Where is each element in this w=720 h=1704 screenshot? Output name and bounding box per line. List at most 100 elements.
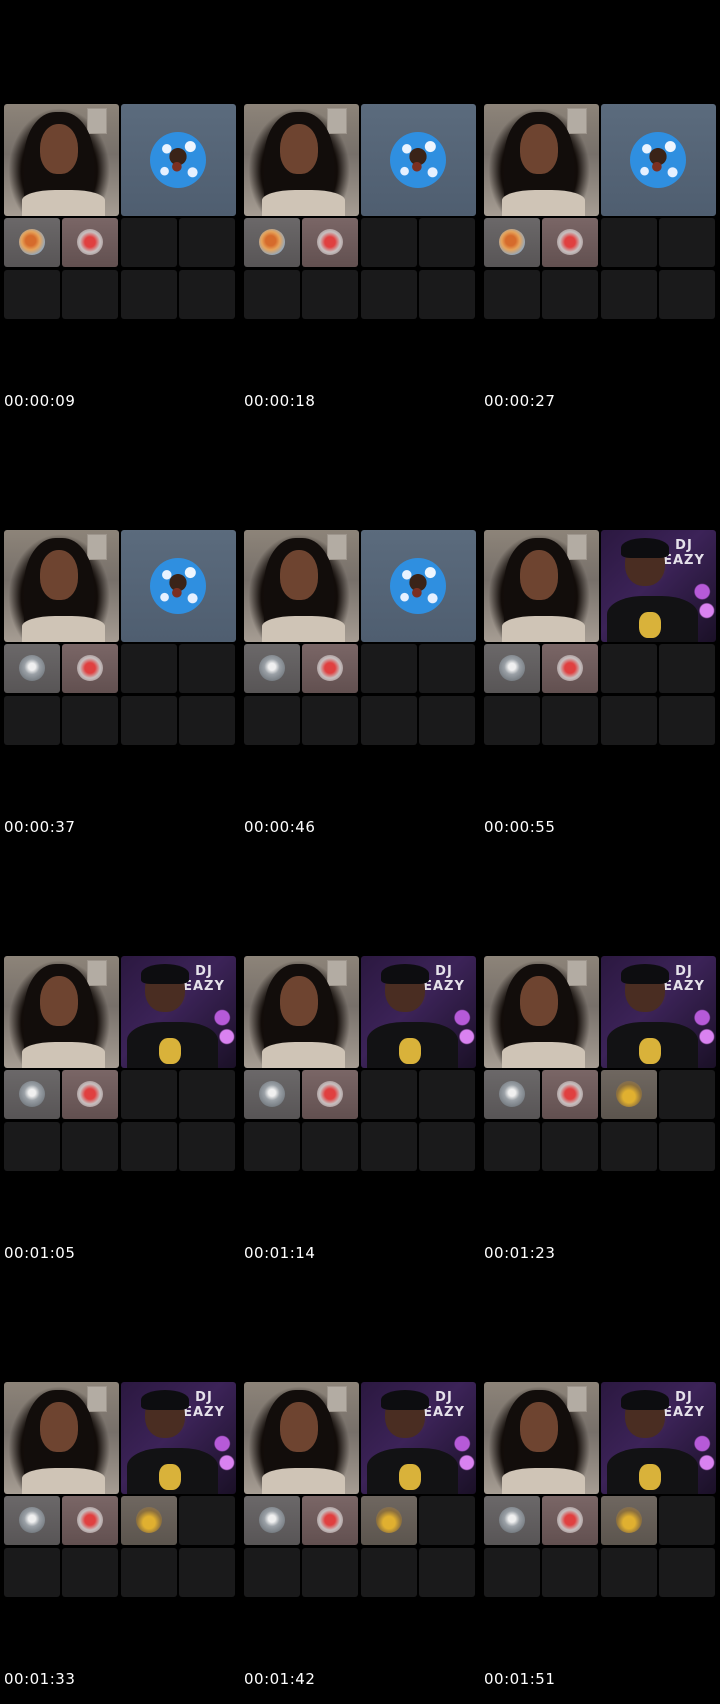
participant-small-tile[interactable] xyxy=(4,1496,60,1545)
empty-tile xyxy=(659,1548,715,1597)
dj-video-tile[interactable]: DJ EAZY xyxy=(601,530,716,642)
participant-video-tile[interactable] xyxy=(484,1382,599,1494)
avatar-icon xyxy=(19,1081,45,1107)
dj-video-tile[interactable]: DJ EAZY xyxy=(121,956,236,1068)
participant-small-tile[interactable] xyxy=(62,1070,118,1119)
shirt-print xyxy=(399,1038,421,1064)
participant-small-tile[interactable] xyxy=(62,1496,118,1545)
participant-small-tile[interactable] xyxy=(302,1070,358,1119)
frame-timestamp: 00:01:51 xyxy=(484,1670,556,1688)
participant-small-tile[interactable] xyxy=(484,644,540,693)
empty-tile xyxy=(542,270,598,319)
empty-tile xyxy=(4,1122,60,1171)
frame-11: DJ EAZY 00:01:42 xyxy=(240,1278,476,1704)
participant-face xyxy=(280,550,318,600)
avatar-icon xyxy=(616,1081,642,1107)
participant-small-tile[interactable] xyxy=(4,1070,60,1119)
participant-video-tile[interactable] xyxy=(244,530,359,642)
frame-10: DJ EAZY 00:01:33 xyxy=(0,1278,236,1704)
dj-cap xyxy=(621,1390,669,1410)
participant-video-tile[interactable] xyxy=(4,1382,119,1494)
participant-avatar-tile[interactable] xyxy=(361,104,476,216)
avatar-icon xyxy=(317,655,343,681)
participant-video-tile[interactable] xyxy=(244,1382,359,1494)
avatar-icon xyxy=(317,229,343,255)
participant-small-tile[interactable] xyxy=(121,1496,177,1545)
dj-video-tile[interactable]: DJ EAZY xyxy=(601,1382,716,1494)
video-call-grid: DJ EAZY xyxy=(484,530,716,748)
baby-avatar-icon xyxy=(630,132,686,188)
empty-tile xyxy=(659,270,715,319)
shirt-print xyxy=(639,1464,661,1490)
video-call-grid: DJ EAZY xyxy=(484,1382,716,1600)
participant-small-tile[interactable] xyxy=(601,1070,657,1119)
participant-video-tile[interactable] xyxy=(484,104,599,216)
participant-small-tile[interactable] xyxy=(302,1496,358,1545)
empty-tile xyxy=(542,1548,598,1597)
participant-small-tile[interactable] xyxy=(244,218,300,267)
dj-video-tile[interactable]: DJ EAZY xyxy=(121,1382,236,1494)
wall-frame xyxy=(327,108,347,134)
video-call-grid: DJ EAZY xyxy=(244,956,476,1174)
participant-shirt xyxy=(22,1042,105,1068)
avatar-icon xyxy=(499,229,525,255)
participant-small-tile[interactable] xyxy=(244,644,300,693)
frame-4: 00:00:37 xyxy=(0,426,236,852)
video-call-grid xyxy=(4,530,236,748)
participant-video-tile[interactable] xyxy=(484,956,599,1068)
participant-small-tile[interactable] xyxy=(542,644,598,693)
dj-video-tile[interactable]: DJ EAZY xyxy=(361,1382,476,1494)
participant-small-tile[interactable] xyxy=(4,218,60,267)
participant-avatar-tile[interactable] xyxy=(121,104,236,216)
participant-small-tile[interactable] xyxy=(62,218,118,267)
empty-tile xyxy=(244,1122,300,1171)
participant-small-tile[interactable] xyxy=(302,218,358,267)
wall-frame xyxy=(87,1386,107,1412)
participant-avatar-tile[interactable] xyxy=(361,530,476,642)
participant-small-tile[interactable] xyxy=(302,644,358,693)
participant-face xyxy=(280,1402,318,1452)
participant-avatar-tile[interactable] xyxy=(121,530,236,642)
wall-frame xyxy=(87,960,107,986)
baby-avatar-icon xyxy=(390,132,446,188)
participant-video-tile[interactable] xyxy=(484,530,599,642)
empty-tile xyxy=(121,218,177,267)
participant-small-tile[interactable] xyxy=(542,1496,598,1545)
participant-small-tile[interactable] xyxy=(62,644,118,693)
dj-video-tile[interactable]: DJ EAZY xyxy=(361,956,476,1068)
participant-video-tile[interactable] xyxy=(244,104,359,216)
participant-avatar-tile[interactable] xyxy=(601,104,716,216)
participant-small-tile[interactable] xyxy=(542,218,598,267)
participant-small-tile[interactable] xyxy=(484,218,540,267)
empty-tile xyxy=(179,1070,235,1119)
participant-small-tile[interactable] xyxy=(244,1070,300,1119)
participant-video-tile[interactable] xyxy=(244,956,359,1068)
dj-video-tile[interactable]: DJ EAZY xyxy=(601,956,716,1068)
avatar-icon xyxy=(259,655,285,681)
empty-tile xyxy=(4,270,60,319)
participant-small-tile[interactable] xyxy=(542,1070,598,1119)
avatar-icon xyxy=(557,1507,583,1533)
empty-tile xyxy=(484,1122,540,1171)
participant-small-tile[interactable] xyxy=(244,1496,300,1545)
wall-frame xyxy=(87,534,107,560)
participant-video-tile[interactable] xyxy=(4,530,119,642)
dj-cap xyxy=(141,964,189,984)
avatar-icon xyxy=(19,229,45,255)
avatar-icon xyxy=(19,1507,45,1533)
empty-tile xyxy=(601,270,657,319)
participant-small-tile[interactable] xyxy=(4,644,60,693)
participant-small-tile[interactable] xyxy=(361,1496,417,1545)
empty-tile xyxy=(4,696,60,745)
empty-tile xyxy=(361,1122,417,1171)
frame-timestamp: 00:01:05 xyxy=(4,1244,76,1262)
participant-video-tile[interactable] xyxy=(4,104,119,216)
participant-small-tile[interactable] xyxy=(484,1496,540,1545)
participant-small-tile[interactable] xyxy=(601,1496,657,1545)
participant-shirt xyxy=(502,1042,585,1068)
participant-video-tile[interactable] xyxy=(4,956,119,1068)
empty-tile xyxy=(179,270,235,319)
frame-5: 00:00:46 xyxy=(240,426,476,852)
baby-avatar-icon xyxy=(390,558,446,614)
participant-small-tile[interactable] xyxy=(484,1070,540,1119)
